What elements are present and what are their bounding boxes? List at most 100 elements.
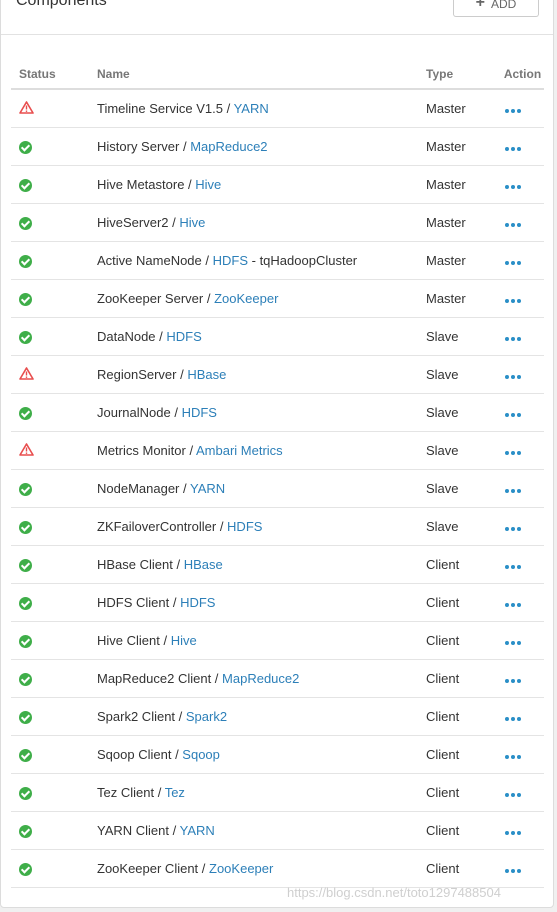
- table-row: DataNode / HDFS Slave: [11, 317, 544, 356]
- name-separator: /: [179, 139, 191, 154]
- table-row: Sqoop Client / Sqoop Client: [11, 735, 544, 774]
- more-actions-icon[interactable]: [503, 827, 523, 839]
- service-link[interactable]: ZooKeeper: [214, 291, 278, 306]
- more-actions-icon[interactable]: [503, 181, 523, 193]
- component-type: Slave: [426, 507, 501, 546]
- service-link[interactable]: HBase: [184, 557, 223, 572]
- component-name-cell: NodeManager / YARN: [97, 469, 426, 508]
- table-row: RegionServer / HBase Slave: [11, 355, 544, 394]
- action-cell: [501, 241, 544, 280]
- service-link[interactable]: HDFS: [166, 329, 201, 344]
- component-type: Slave: [426, 469, 501, 508]
- name-separator: /: [176, 367, 188, 382]
- status-ok-icon: [19, 521, 32, 535]
- component-name: Active NameNode: [97, 253, 202, 268]
- service-link[interactable]: HDFS: [182, 405, 217, 420]
- component-name-cell: HBase Client / HBase: [97, 545, 426, 584]
- component-name-cell: Timeline Service V1.5 / YARN: [97, 89, 426, 128]
- status-cell: [11, 697, 97, 736]
- more-actions-icon[interactable]: [503, 789, 523, 801]
- status-cell: [11, 203, 97, 242]
- service-link[interactable]: MapReduce2: [190, 139, 267, 154]
- component-name-cell: Tez Client / Tez: [97, 773, 426, 812]
- component-type: Client: [426, 621, 501, 660]
- service-link[interactable]: Spark2: [186, 709, 227, 724]
- more-actions-icon[interactable]: [503, 637, 523, 649]
- more-actions-icon[interactable]: [503, 143, 523, 155]
- action-cell: [501, 431, 544, 470]
- name-suffix: - tqHadoopCluster: [248, 253, 358, 268]
- more-actions-icon[interactable]: [503, 409, 523, 421]
- service-link[interactable]: YARN: [180, 823, 215, 838]
- action-cell: [501, 773, 544, 812]
- type-column-header: Type: [426, 60, 501, 90]
- action-cell: [501, 127, 544, 166]
- more-actions-icon[interactable]: [503, 447, 523, 459]
- name-separator: /: [171, 747, 183, 762]
- service-link[interactable]: Ambari Metrics: [196, 443, 283, 458]
- service-link[interactable]: YARN: [190, 481, 225, 496]
- component-name-cell: ZKFailoverController / HDFS: [97, 507, 426, 546]
- component-name-cell: ZooKeeper Server / ZooKeeper: [97, 279, 426, 318]
- status-cell: [11, 127, 97, 166]
- service-link[interactable]: Tez: [165, 785, 185, 800]
- action-cell: [501, 165, 544, 204]
- component-name: DataNode: [97, 329, 156, 344]
- table-row: JournalNode / HDFS Slave: [11, 393, 544, 432]
- action-cell: [501, 659, 544, 698]
- service-link[interactable]: HDFS: [227, 519, 262, 534]
- component-name: ZooKeeper Server: [97, 291, 204, 306]
- component-name-cell: History Server / MapReduce2: [97, 127, 426, 166]
- status-ok-icon: [19, 217, 32, 231]
- service-link[interactable]: Hive: [171, 633, 197, 648]
- status-cell: [11, 241, 97, 280]
- more-actions-icon[interactable]: [503, 295, 523, 307]
- service-link[interactable]: HDFS: [213, 253, 248, 268]
- more-actions-icon[interactable]: [503, 751, 523, 763]
- more-actions-icon[interactable]: [503, 257, 523, 269]
- service-link[interactable]: HDFS: [180, 595, 215, 610]
- more-actions-icon[interactable]: [503, 219, 523, 231]
- more-actions-icon[interactable]: [503, 485, 523, 497]
- more-actions-icon[interactable]: [503, 333, 523, 345]
- service-link[interactable]: Hive: [195, 177, 221, 192]
- more-actions-icon[interactable]: [503, 561, 523, 573]
- add-component-button[interactable]: + ADD: [453, 0, 539, 17]
- watermark-text: https://blog.csdn.net/toto1297488504: [287, 885, 501, 900]
- component-name: Metrics Monitor: [97, 443, 186, 458]
- status-warning-icon: [19, 100, 34, 117]
- status-warning-icon: [19, 442, 34, 459]
- action-cell: [501, 621, 544, 660]
- table-row: Hive Client / Hive Client: [11, 621, 544, 660]
- table-row: MapReduce2 Client / MapReduce2 Client: [11, 659, 544, 698]
- status-ok-icon: [19, 331, 32, 345]
- components-table: Status Name Type Action Timeline Service…: [11, 60, 544, 888]
- more-actions-icon[interactable]: [503, 371, 523, 383]
- service-link[interactable]: YARN: [234, 101, 269, 116]
- status-cell: [11, 279, 97, 318]
- component-name: RegionServer: [97, 367, 177, 382]
- component-type: Client: [426, 583, 501, 622]
- more-actions-icon[interactable]: [503, 523, 523, 535]
- component-name: MapReduce2 Client: [97, 671, 212, 686]
- component-name: NodeManager: [97, 481, 180, 496]
- component-name: Hive Metastore: [97, 177, 185, 192]
- component-type: Slave: [426, 393, 501, 432]
- name-separator: /: [170, 405, 182, 420]
- component-name-cell: Spark2 Client / Spark2: [97, 697, 426, 736]
- service-link[interactable]: HBase: [187, 367, 226, 382]
- more-actions-icon[interactable]: [503, 675, 523, 687]
- service-link[interactable]: Sqoop: [182, 747, 220, 762]
- service-link[interactable]: ZooKeeper: [209, 861, 273, 876]
- status-ok-icon: [19, 787, 32, 801]
- action-cell: [501, 507, 544, 546]
- service-link[interactable]: MapReduce2: [222, 671, 299, 686]
- more-actions-icon[interactable]: [503, 865, 523, 877]
- action-cell: [501, 697, 544, 736]
- status-ok-icon: [19, 673, 32, 687]
- component-name: History Server: [97, 139, 180, 154]
- service-link[interactable]: Hive: [179, 215, 205, 230]
- more-actions-icon[interactable]: [503, 599, 523, 611]
- more-actions-icon[interactable]: [503, 105, 523, 117]
- more-actions-icon[interactable]: [503, 713, 523, 725]
